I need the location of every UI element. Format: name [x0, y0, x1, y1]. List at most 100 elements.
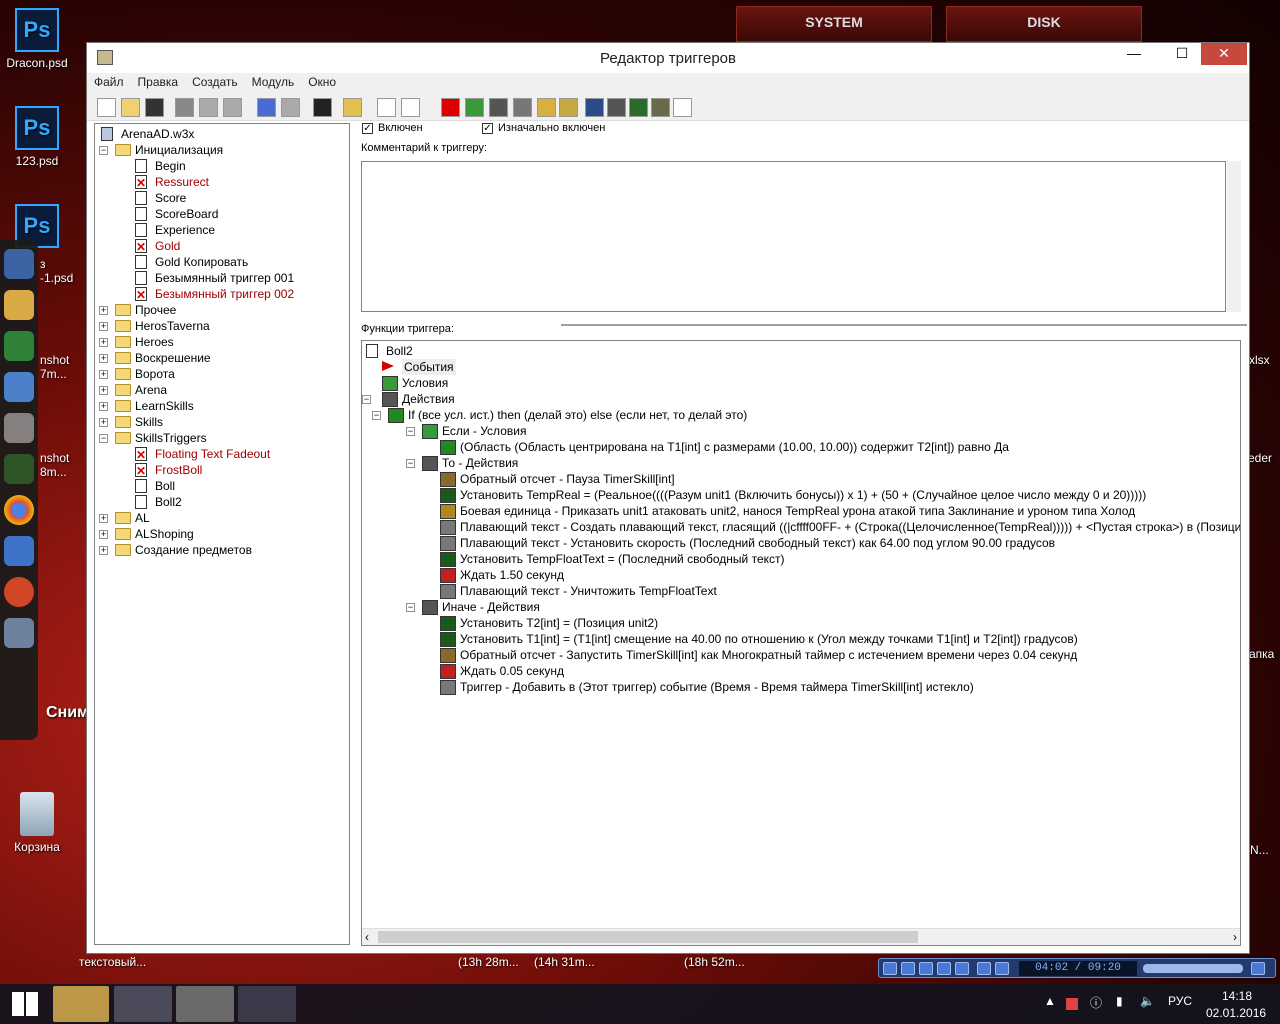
editor-task-icon[interactable] — [176, 986, 234, 1022]
function-item[interactable]: Установить TempReal = (Реальное((((Разум… — [362, 487, 1240, 503]
menu-file[interactable]: Файл — [87, 73, 131, 91]
collapse-icon[interactable]: − — [372, 411, 381, 420]
toolbar-button-23[interactable] — [673, 98, 692, 117]
function-item[interactable]: Плавающий текст - Создать плавающий текс… — [362, 519, 1240, 535]
toolbar-button-11[interactable] — [377, 98, 396, 117]
horizontal-scrollbar[interactable]: ‹ › — [362, 928, 1240, 945]
tree-item[interactable]: + LearnSkills — [95, 398, 345, 414]
minimize-button[interactable]: — — [1117, 43, 1151, 65]
tree-item[interactable]: Boll2 — [95, 494, 345, 510]
tree-item[interactable]: Score — [95, 190, 345, 206]
toolbar-button-16[interactable] — [513, 98, 532, 117]
scroll-left-icon[interactable]: ‹ — [365, 930, 369, 944]
start-icon[interactable] — [12, 992, 38, 1016]
toolbar-button-6[interactable] — [223, 98, 242, 117]
function-item[interactable]: Boll2 — [362, 343, 1240, 359]
toolbar-button-1[interactable] — [97, 98, 116, 117]
eject-icon[interactable] — [1251, 962, 1265, 975]
tree-item[interactable]: + Arena — [95, 382, 345, 398]
toolbar-button-19[interactable] — [585, 98, 604, 117]
function-item[interactable]: Триггер - Добавить в (Этот триггер) собы… — [362, 679, 1240, 695]
toolbar-button-18[interactable] — [559, 98, 578, 117]
function-item[interactable]: Плавающий текст - Уничтожить TempFloatTe… — [362, 583, 1240, 599]
desktop-icon-123[interactable]: Ps 123.psd — [2, 106, 72, 168]
scroll-right-icon[interactable]: › — [1233, 930, 1237, 944]
maximize-button[interactable]: ☐ — [1165, 43, 1199, 65]
menu-edit[interactable]: Правка — [131, 73, 186, 91]
function-item[interactable]: − If (все усл. ист.) then (делай это) els… — [362, 407, 1240, 423]
play-icon[interactable] — [883, 962, 897, 975]
tree-item[interactable]: − SkillsTriggers — [95, 430, 345, 446]
toolbar-button-2[interactable] — [121, 98, 140, 117]
tree-item[interactable]: Ressurect — [95, 174, 345, 191]
v-icon[interactable] — [4, 454, 34, 484]
function-item[interactable]: Обратный отсчет - Запустить TimerSkill[i… — [362, 647, 1240, 663]
language-indicator[interactable]: РУС — [1168, 994, 1192, 1008]
close-button[interactable]: ✕ — [1201, 43, 1247, 65]
expand-icon[interactable]: + — [99, 354, 108, 363]
clock-time[interactable]: 14:18 — [1222, 989, 1252, 1003]
toolbar-button-5[interactable] — [199, 98, 218, 117]
camera-icon[interactable] — [4, 618, 34, 648]
toolbar-button-4[interactable] — [175, 98, 194, 117]
function-item[interactable]: Плавающий текст - Установить скорость (П… — [362, 535, 1240, 551]
expand-icon[interactable]: + — [99, 530, 108, 539]
seek-bar[interactable] — [1143, 964, 1243, 973]
tree-item[interactable]: Gold Копировать — [95, 254, 345, 270]
money-icon[interactable] — [4, 413, 34, 443]
tree-item[interactable]: Experience — [95, 222, 345, 238]
chrome-icon[interactable] — [4, 495, 34, 525]
function-item[interactable]: − Иначе - Действия — [362, 599, 1240, 615]
expand-icon[interactable]: + — [99, 402, 108, 411]
tree-item[interactable]: Begin — [95, 158, 345, 174]
desktop-icon-dracon[interactable]: Ps Dracon.psd — [2, 8, 72, 70]
expand-icon[interactable]: + — [99, 514, 108, 523]
function-item[interactable]: Ждать 0.05 секунд — [362, 663, 1240, 679]
tray-info-icon[interactable]: ⓘ — [1090, 994, 1102, 1011]
toolbar-button-15[interactable] — [489, 98, 508, 117]
next-icon[interactable] — [955, 962, 969, 975]
function-item[interactable]: − Действия — [362, 391, 1240, 407]
prev-icon[interactable] — [937, 962, 951, 975]
function-item[interactable]: − То - Действия — [362, 455, 1240, 471]
music-icon[interactable] — [4, 536, 34, 566]
scroll-thumb[interactable] — [378, 931, 918, 943]
function-item[interactable]: Боевая единица - Приказать unit1 атакова… — [362, 503, 1240, 519]
tray-network-icon[interactable]: ▮ — [1116, 994, 1123, 1008]
comment-scrollbar[interactable] — [1227, 161, 1241, 312]
function-item[interactable]: События — [362, 359, 1240, 375]
shuffle-icon[interactable] — [995, 962, 1009, 975]
toolbar-button-3[interactable] — [145, 98, 164, 117]
expand-icon[interactable]: + — [99, 370, 108, 379]
toolbar-button-9[interactable] — [313, 98, 332, 117]
toolbar-button-10[interactable] — [343, 98, 362, 117]
function-item[interactable]: Обратный отсчет - Пауза TimerSkill[int] — [362, 471, 1240, 487]
expand-icon[interactable]: + — [99, 386, 108, 395]
menu-window[interactable]: Окно — [301, 73, 343, 91]
menu-module[interactable]: Модуль — [245, 73, 302, 91]
expand-icon[interactable]: + — [99, 418, 108, 427]
collapse-icon[interactable]: − — [406, 427, 415, 436]
collapse-icon[interactable]: − — [99, 146, 108, 155]
function-item[interactable]: (Область (Область центрирована на T1[int… — [362, 439, 1240, 455]
tree-item[interactable]: + Heroes — [95, 334, 345, 350]
tree-item[interactable]: + Прочее — [95, 302, 345, 318]
tree-item[interactable]: Boll — [95, 478, 345, 494]
function-item[interactable]: Установить T2[int] = (Позиция unit2) — [362, 615, 1240, 631]
function-item[interactable]: − Если - Условия — [362, 423, 1240, 439]
function-item[interactable]: Ждать 1.50 секунд — [362, 567, 1240, 583]
collapse-icon[interactable]: − — [406, 603, 415, 612]
pause-icon[interactable] — [901, 962, 915, 975]
stop-icon[interactable] — [919, 962, 933, 975]
computer-icon[interactable] — [4, 249, 34, 279]
collapse-icon[interactable]: − — [362, 395, 371, 404]
repeat-icon[interactable] — [977, 962, 991, 975]
tree-item[interactable]: FrostBoll — [95, 462, 345, 479]
comment-textarea[interactable] — [361, 161, 1226, 312]
tree-item[interactable]: + AL — [95, 510, 345, 526]
toolbar-button-17[interactable] — [537, 98, 556, 117]
tree-item[interactable]: ScoreBoard — [95, 206, 345, 222]
tree-item[interactable]: + Ворота — [95, 366, 345, 382]
chrome-task-icon[interactable] — [114, 986, 172, 1022]
tree-item[interactable]: + Skills — [95, 414, 345, 430]
